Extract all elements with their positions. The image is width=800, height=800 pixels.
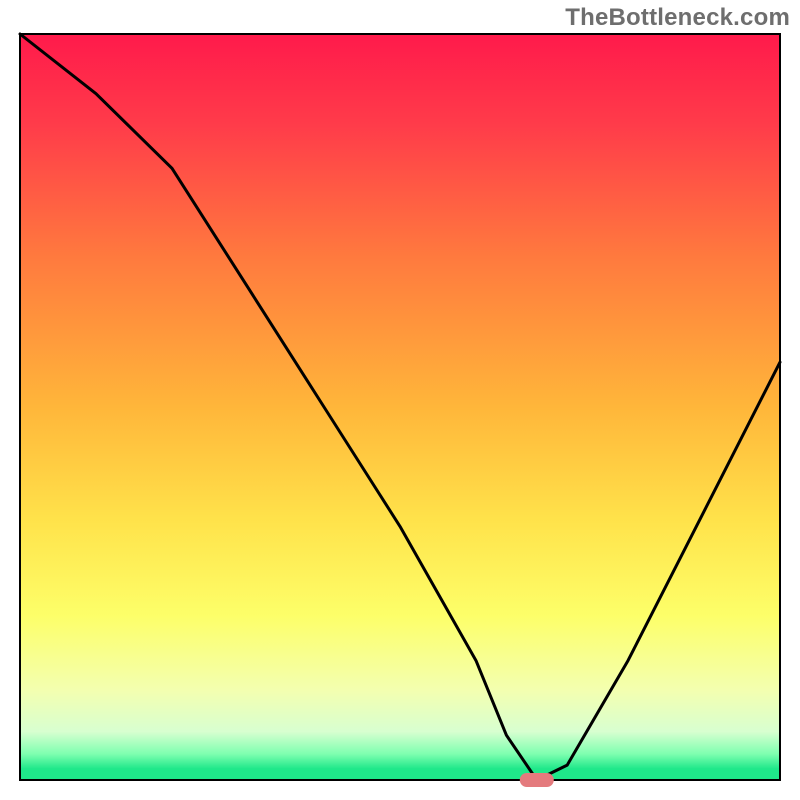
bottleneck-chart bbox=[0, 0, 800, 800]
watermark-label: TheBottleneck.com bbox=[565, 4, 790, 32]
chart-container: TheBottleneck.com bbox=[0, 0, 800, 800]
optimal-marker bbox=[520, 773, 554, 787]
plot-background bbox=[20, 34, 780, 780]
